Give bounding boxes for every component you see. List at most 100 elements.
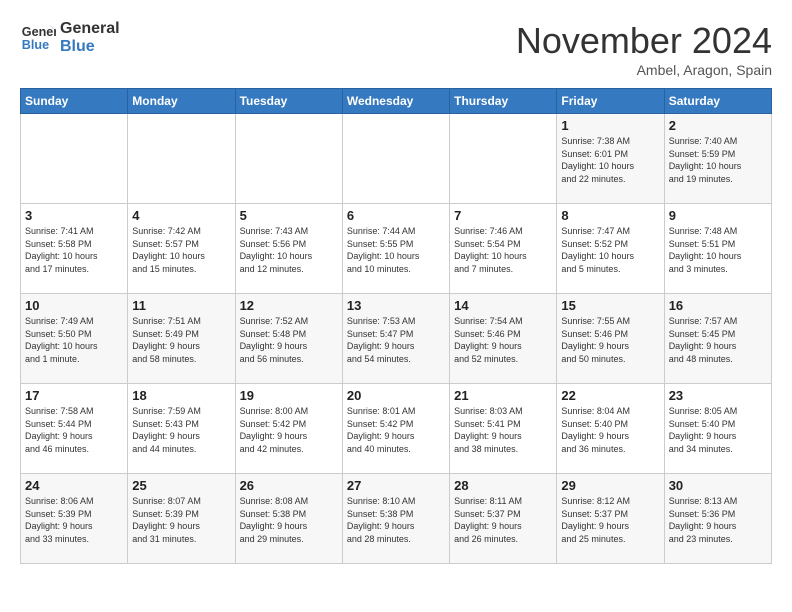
- day-number: 5: [240, 208, 338, 223]
- day-info: Sunrise: 7:58 AM Sunset: 5:44 PM Dayligh…: [25, 405, 123, 455]
- day-info: Sunrise: 8:01 AM Sunset: 5:42 PM Dayligh…: [347, 405, 445, 455]
- day-number: 3: [25, 208, 123, 223]
- calendar-day-cell: 17 Sunrise: 7:58 AM Sunset: 5:44 PM Dayli…: [21, 384, 128, 474]
- calendar-body: 1Sunrise: 7:38 AM Sunset: 6:01 PM Daylig…: [21, 114, 772, 564]
- calendar-day-cell: 15 Sunrise: 7:55 AM Sunset: 5:46 PM Dayli…: [557, 294, 664, 384]
- calendar-day-cell: 28 Sunrise: 8:11 AM Sunset: 5:37 PM Dayli…: [450, 474, 557, 564]
- calendar-day-cell: 18 Sunrise: 7:59 AM Sunset: 5:43 PM Dayli…: [128, 384, 235, 474]
- day-info: Sunrise: 7:38 AM Sunset: 6:01 PM Dayligh…: [561, 135, 659, 185]
- calendar-day-cell: 5 Sunrise: 7:43 AM Sunset: 5:56 PM Daylig…: [235, 204, 342, 294]
- calendar-day-cell: 21 Sunrise: 8:03 AM Sunset: 5:41 PM Dayli…: [450, 384, 557, 474]
- day-info: Sunrise: 7:51 AM Sunset: 5:49 PM Dayligh…: [132, 315, 230, 365]
- calendar-day-cell: 10Sunrise: 7:49 AM Sunset: 5:50 PM Dayli…: [21, 294, 128, 384]
- calendar-header-cell: Friday: [557, 89, 664, 114]
- calendar-header-cell: Monday: [128, 89, 235, 114]
- day-info: Sunrise: 7:54 AM Sunset: 5:46 PM Dayligh…: [454, 315, 552, 365]
- calendar-week-row: 17 Sunrise: 7:58 AM Sunset: 5:44 PM Dayli…: [21, 384, 772, 474]
- calendar-day-cell: 16 Sunrise: 7:57 AM Sunset: 5:45 PM Dayli…: [664, 294, 771, 384]
- location-subtitle: Ambel, Aragon, Spain: [516, 62, 772, 78]
- day-info: Sunrise: 7:53 AM Sunset: 5:47 PM Dayligh…: [347, 315, 445, 365]
- logo-blue: Blue: [60, 38, 120, 56]
- day-number: 28: [454, 478, 552, 493]
- day-info: Sunrise: 7:49 AM Sunset: 5:50 PM Dayligh…: [25, 315, 123, 365]
- calendar-day-cell: [235, 114, 342, 204]
- day-number: 18: [132, 388, 230, 403]
- day-info: Sunrise: 7:43 AM Sunset: 5:56 PM Dayligh…: [240, 225, 338, 275]
- calendar-day-cell: 3 Sunrise: 7:41 AM Sunset: 5:58 PM Daylig…: [21, 204, 128, 294]
- day-info: Sunrise: 8:03 AM Sunset: 5:41 PM Dayligh…: [454, 405, 552, 455]
- day-info: Sunrise: 7:46 AM Sunset: 5:54 PM Dayligh…: [454, 225, 552, 275]
- day-info: Sunrise: 7:40 AM Sunset: 5:59 PM Dayligh…: [669, 135, 767, 185]
- day-number: 21: [454, 388, 552, 403]
- day-info: Sunrise: 8:12 AM Sunset: 5:37 PM Dayligh…: [561, 495, 659, 545]
- calendar-header-cell: Sunday: [21, 89, 128, 114]
- calendar-day-cell: 20 Sunrise: 8:01 AM Sunset: 5:42 PM Dayli…: [342, 384, 449, 474]
- calendar-header-cell: Saturday: [664, 89, 771, 114]
- day-number: 20: [347, 388, 445, 403]
- calendar-header-cell: Tuesday: [235, 89, 342, 114]
- calendar-week-row: 10Sunrise: 7:49 AM Sunset: 5:50 PM Dayli…: [21, 294, 772, 384]
- day-number: 29: [561, 478, 659, 493]
- day-number: 4: [132, 208, 230, 223]
- calendar-day-cell: 25 Sunrise: 8:07 AM Sunset: 5:39 PM Dayli…: [128, 474, 235, 564]
- calendar-day-cell: [342, 114, 449, 204]
- calendar-header-cell: Thursday: [450, 89, 557, 114]
- logo-general: General: [60, 20, 120, 38]
- day-number: 27: [347, 478, 445, 493]
- day-info: Sunrise: 7:42 AM Sunset: 5:57 PM Dayligh…: [132, 225, 230, 275]
- calendar-day-cell: 12 Sunrise: 7:52 AM Sunset: 5:48 PM Dayli…: [235, 294, 342, 384]
- day-info: Sunrise: 8:08 AM Sunset: 5:38 PM Dayligh…: [240, 495, 338, 545]
- calendar-day-cell: 11Sunrise: 7:51 AM Sunset: 5:49 PM Dayli…: [128, 294, 235, 384]
- day-number: 9: [669, 208, 767, 223]
- calendar-day-cell: 4 Sunrise: 7:42 AM Sunset: 5:57 PM Daylig…: [128, 204, 235, 294]
- day-info: Sunrise: 8:10 AM Sunset: 5:38 PM Dayligh…: [347, 495, 445, 545]
- calendar-day-cell: 1Sunrise: 7:38 AM Sunset: 6:01 PM Daylig…: [557, 114, 664, 204]
- day-info: Sunrise: 7:47 AM Sunset: 5:52 PM Dayligh…: [561, 225, 659, 275]
- day-info: Sunrise: 7:52 AM Sunset: 5:48 PM Dayligh…: [240, 315, 338, 365]
- day-number: 26: [240, 478, 338, 493]
- calendar-day-cell: 26 Sunrise: 8:08 AM Sunset: 5:38 PM Dayli…: [235, 474, 342, 564]
- day-number: 17: [25, 388, 123, 403]
- calendar-header-row: SundayMondayTuesdayWednesdayThursdayFrid…: [21, 89, 772, 114]
- day-number: 19: [240, 388, 338, 403]
- day-number: 14: [454, 298, 552, 313]
- calendar-day-cell: [450, 114, 557, 204]
- calendar-day-cell: 24Sunrise: 8:06 AM Sunset: 5:39 PM Dayli…: [21, 474, 128, 564]
- day-number: 16: [669, 298, 767, 313]
- calendar-day-cell: 30Sunrise: 8:13 AM Sunset: 5:36 PM Dayli…: [664, 474, 771, 564]
- calendar-day-cell: [128, 114, 235, 204]
- day-number: 25: [132, 478, 230, 493]
- calendar-day-cell: 7Sunrise: 7:46 AM Sunset: 5:54 PM Daylig…: [450, 204, 557, 294]
- calendar-day-cell: 6 Sunrise: 7:44 AM Sunset: 5:55 PM Daylig…: [342, 204, 449, 294]
- day-info: Sunrise: 8:11 AM Sunset: 5:37 PM Dayligh…: [454, 495, 552, 545]
- calendar-day-cell: 2Sunrise: 7:40 AM Sunset: 5:59 PM Daylig…: [664, 114, 771, 204]
- day-info: Sunrise: 8:04 AM Sunset: 5:40 PM Dayligh…: [561, 405, 659, 455]
- day-number: 24: [25, 478, 123, 493]
- day-number: 12: [240, 298, 338, 313]
- calendar-week-row: 24Sunrise: 8:06 AM Sunset: 5:39 PM Dayli…: [21, 474, 772, 564]
- day-info: Sunrise: 7:59 AM Sunset: 5:43 PM Dayligh…: [132, 405, 230, 455]
- day-number: 22: [561, 388, 659, 403]
- calendar-day-cell: 19 Sunrise: 8:00 AM Sunset: 5:42 PM Dayli…: [235, 384, 342, 474]
- calendar-table: SundayMondayTuesdayWednesdayThursdayFrid…: [20, 88, 772, 564]
- day-info: Sunrise: 7:44 AM Sunset: 5:55 PM Dayligh…: [347, 225, 445, 275]
- calendar-day-cell: 9 Sunrise: 7:48 AM Sunset: 5:51 PM Daylig…: [664, 204, 771, 294]
- title-block: November 2024 Ambel, Aragon, Spain: [516, 20, 772, 78]
- calendar-day-cell: 23Sunrise: 8:05 AM Sunset: 5:40 PM Dayli…: [664, 384, 771, 474]
- calendar-week-row: 3 Sunrise: 7:41 AM Sunset: 5:58 PM Daylig…: [21, 204, 772, 294]
- day-info: Sunrise: 7:57 AM Sunset: 5:45 PM Dayligh…: [669, 315, 767, 365]
- day-number: 15: [561, 298, 659, 313]
- day-number: 30: [669, 478, 767, 493]
- day-info: Sunrise: 7:48 AM Sunset: 5:51 PM Dayligh…: [669, 225, 767, 275]
- calendar-day-cell: 29 Sunrise: 8:12 AM Sunset: 5:37 PM Dayli…: [557, 474, 664, 564]
- day-number: 8: [561, 208, 659, 223]
- calendar-day-cell: 14 Sunrise: 7:54 AM Sunset: 5:46 PM Dayli…: [450, 294, 557, 384]
- day-info: Sunrise: 7:55 AM Sunset: 5:46 PM Dayligh…: [561, 315, 659, 365]
- day-info: Sunrise: 8:05 AM Sunset: 5:40 PM Dayligh…: [669, 405, 767, 455]
- calendar-header-cell: Wednesday: [342, 89, 449, 114]
- day-info: Sunrise: 8:07 AM Sunset: 5:39 PM Dayligh…: [132, 495, 230, 545]
- day-number: 6: [347, 208, 445, 223]
- day-info: Sunrise: 8:00 AM Sunset: 5:42 PM Dayligh…: [240, 405, 338, 455]
- day-number: 13: [347, 298, 445, 313]
- day-info: Sunrise: 7:41 AM Sunset: 5:58 PM Dayligh…: [25, 225, 123, 275]
